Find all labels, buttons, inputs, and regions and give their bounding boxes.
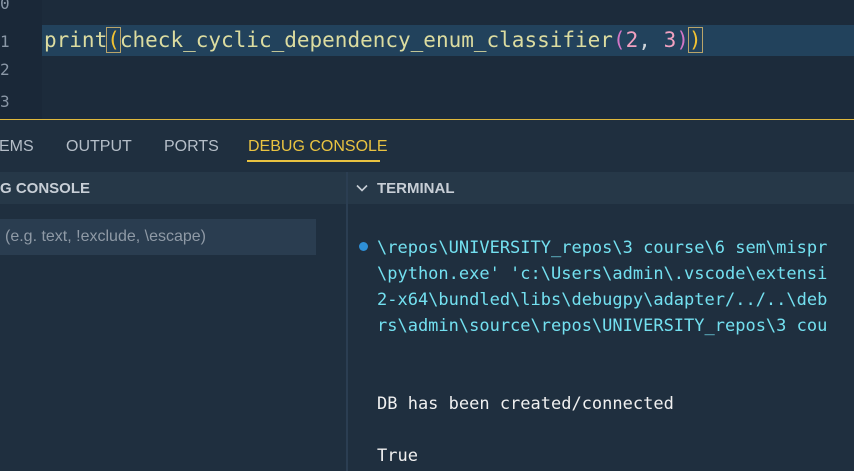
tab-output[interactable]: OUTPUT xyxy=(66,138,132,156)
code-token-bracket: ( xyxy=(106,27,121,53)
tab-problems[interactable]: EMS xyxy=(0,138,34,156)
code-token-bracket: ) xyxy=(687,27,703,53)
active-tab-indicator xyxy=(247,160,380,162)
line-number: 2 xyxy=(0,60,10,79)
filter-box xyxy=(0,219,316,255)
line-number: 3 xyxy=(0,92,10,111)
code-token-print: print xyxy=(44,28,108,52)
chevron-down-icon[interactable] xyxy=(354,180,370,196)
code-editor[interactable]: 0 1 2 3 print(check_cyclic_dependency_en… xyxy=(0,0,854,119)
code-token-function-call: check_cyclic_dependency_enum_classifier xyxy=(119,28,613,52)
line-number-gutter: 0 1 2 3 xyxy=(0,0,42,119)
terminal-line: \repos\UNIVERSITY_repos\3 course\6 sem\m… xyxy=(377,238,828,258)
code-line[interactable]: print(check_cyclic_dependency_enum_class… xyxy=(44,26,703,54)
terminal-line: rs\admin\source\repos\UNIVERSITY_repos\3… xyxy=(377,316,828,336)
code-token-number: 3 xyxy=(663,28,677,52)
code-token-bracket: ) xyxy=(676,28,689,52)
code-token-number: 2 xyxy=(625,28,639,52)
tab-debug-console[interactable]: DEBUG CONSOLE xyxy=(248,138,388,156)
terminal-output-line: True xyxy=(377,446,418,466)
filter-input[interactable] xyxy=(5,226,305,248)
line-number: 1 xyxy=(0,32,10,51)
terminal-line: \python.exe' 'c:\Users\admin\.vscode\ext… xyxy=(377,264,828,284)
terminal-line: 2-x64\bundled\libs\debugpy\adapter/../..… xyxy=(377,290,828,310)
debug-console-title: G CONSOLE xyxy=(0,180,91,197)
terminal-title: TERMINAL xyxy=(377,180,455,197)
terminal-pane[interactable]: TERMINAL \repos\UNIVERSITY_repos\3 cours… xyxy=(348,172,854,471)
debug-console-header[interactable]: G CONSOLE xyxy=(0,172,346,204)
line-number: 0 xyxy=(0,0,10,13)
tab-ports[interactable]: PORTS xyxy=(164,138,219,156)
code-token-comma: , xyxy=(638,28,664,52)
command-status-dot-icon[interactable] xyxy=(359,242,368,251)
terminal-output-line: DB has been created/connected xyxy=(377,394,674,414)
terminal-header[interactable]: TERMINAL xyxy=(348,172,854,204)
panel-tab-bar: EMS OUTPUT PORTS DEBUG CONSOLE xyxy=(0,120,854,172)
debug-console-pane: G CONSOLE xyxy=(0,172,346,471)
code-token-bracket: ( xyxy=(612,28,626,52)
